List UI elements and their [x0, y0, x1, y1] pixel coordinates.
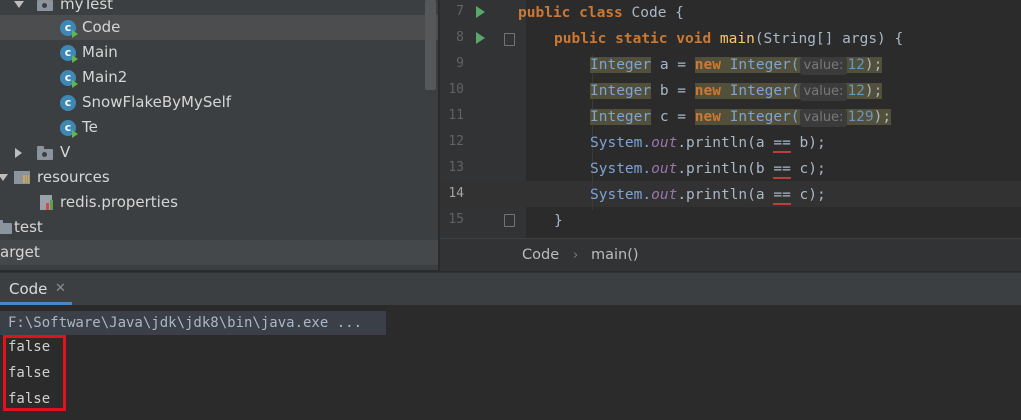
ide-window: myTest c Code c Main c Main2 c SnowFlake…: [0, 0, 1021, 271]
folder-icon: [0, 220, 12, 234]
tree-item-snowflake[interactable]: c SnowFlakeByMySelf: [0, 90, 438, 115]
code-line-10: Integer b = new Integer(value: 12);: [590, 83, 883, 101]
line-number: 7: [456, 4, 464, 19]
console-command-line[interactable]: F:\Software\Java\jdk\jdk8\bin\java.exe .…: [0, 311, 386, 335]
code-line-14: System.out.println(a == c);: [590, 187, 826, 205]
tree-item-label: Te: [82, 118, 98, 136]
project-tree: myTest c Code c Main c Main2 c SnowFlake…: [0, 0, 438, 270]
code-line-9: Integer a = new Integer(value: 12);: [590, 57, 883, 75]
line-number: 14: [448, 186, 464, 201]
tree-item-target[interactable]: arget: [0, 240, 438, 265]
java-class-run-icon: c: [60, 20, 78, 38]
line-number: 12: [448, 134, 464, 149]
code-line-7: public class Code {: [518, 5, 684, 21]
code-line-13: System.out.println(b == c);: [590, 161, 826, 179]
code-line-11: Integer c = new Integer(value: 129);: [590, 109, 892, 127]
tree-item-label: resources: [37, 168, 110, 186]
breadcrumb-separator: ›: [573, 248, 579, 263]
tree-item-main2[interactable]: c Main2: [0, 65, 438, 90]
tree-scrollbar[interactable]: [425, 0, 436, 90]
param-hint: value:: [799, 57, 848, 75]
breadcrumb: Code › main(): [440, 238, 1021, 271]
line-number: 9: [456, 56, 464, 71]
package-folder-icon: [37, 0, 53, 11]
fold-marker-icon[interactable]: [504, 214, 515, 227]
tree-item-label: Main2: [82, 68, 128, 86]
java-class-run-icon: c: [60, 120, 78, 138]
tree-item-label: myTest: [60, 0, 114, 13]
tree-item-label: V: [60, 143, 71, 161]
param-hint: value:: [799, 83, 848, 101]
run-main-icon[interactable]: [476, 32, 485, 44]
tree-item-label: test: [14, 218, 43, 236]
code-line-12: System.out.println(a == b);: [590, 135, 826, 153]
tab-run-code[interactable]: Code ✕: [0, 273, 72, 305]
line-number: 10: [448, 82, 464, 97]
tree-item-label: arget: [0, 243, 40, 261]
line-number: 11: [448, 108, 464, 123]
fold-marker-icon[interactable]: [504, 33, 515, 46]
tree-item-label: Code: [82, 18, 121, 36]
java-class-run-icon: c: [60, 70, 78, 88]
tree-item-resources[interactable]: resources: [0, 165, 438, 190]
properties-file-icon: [40, 195, 53, 210]
resources-folder-icon: [14, 171, 30, 184]
line-number: 8: [456, 30, 464, 45]
close-icon[interactable]: ✕: [55, 281, 66, 296]
output-highlight-box: [3, 335, 66, 411]
code-line-8: public static void main(String[] args) {: [554, 31, 904, 47]
line-number: 15: [448, 212, 464, 227]
chevron-down-icon[interactable]: [0, 174, 8, 181]
package-folder-icon: [37, 146, 53, 160]
tree-item-te[interactable]: c Te: [0, 115, 438, 140]
tree-item-code[interactable]: c Code: [0, 15, 438, 40]
param-hint: value:: [799, 109, 848, 127]
tree-item-test[interactable]: test: [0, 215, 438, 240]
run-console[interactable]: F:\Software\Java\jdk\jdk8\bin\java.exe .…: [0, 305, 1021, 420]
chevron-down-icon[interactable]: [14, 1, 24, 8]
breadcrumb-class[interactable]: Code: [522, 247, 559, 263]
tree-item-v[interactable]: V: [0, 140, 438, 165]
line-number: 13: [448, 160, 464, 175]
tree-item-label: SnowFlakeByMySelf: [82, 93, 232, 111]
java-class-icon: c: [60, 95, 76, 111]
run-tab-label: Code: [9, 280, 48, 298]
java-class-run-icon: c: [60, 45, 78, 63]
tree-item-label: Main: [82, 43, 118, 61]
chevron-right-icon[interactable]: [15, 148, 22, 158]
code-line-15: }: [554, 213, 563, 229]
tree-item-redis-properties[interactable]: redis.properties: [0, 190, 438, 215]
tree-item-main[interactable]: c Main: [0, 40, 438, 65]
run-tool-window-tabs: Code ✕: [0, 272, 1021, 305]
breadcrumb-method[interactable]: main(): [591, 247, 639, 263]
run-class-icon[interactable]: [476, 6, 485, 18]
tree-item-label: redis.properties: [60, 193, 178, 211]
